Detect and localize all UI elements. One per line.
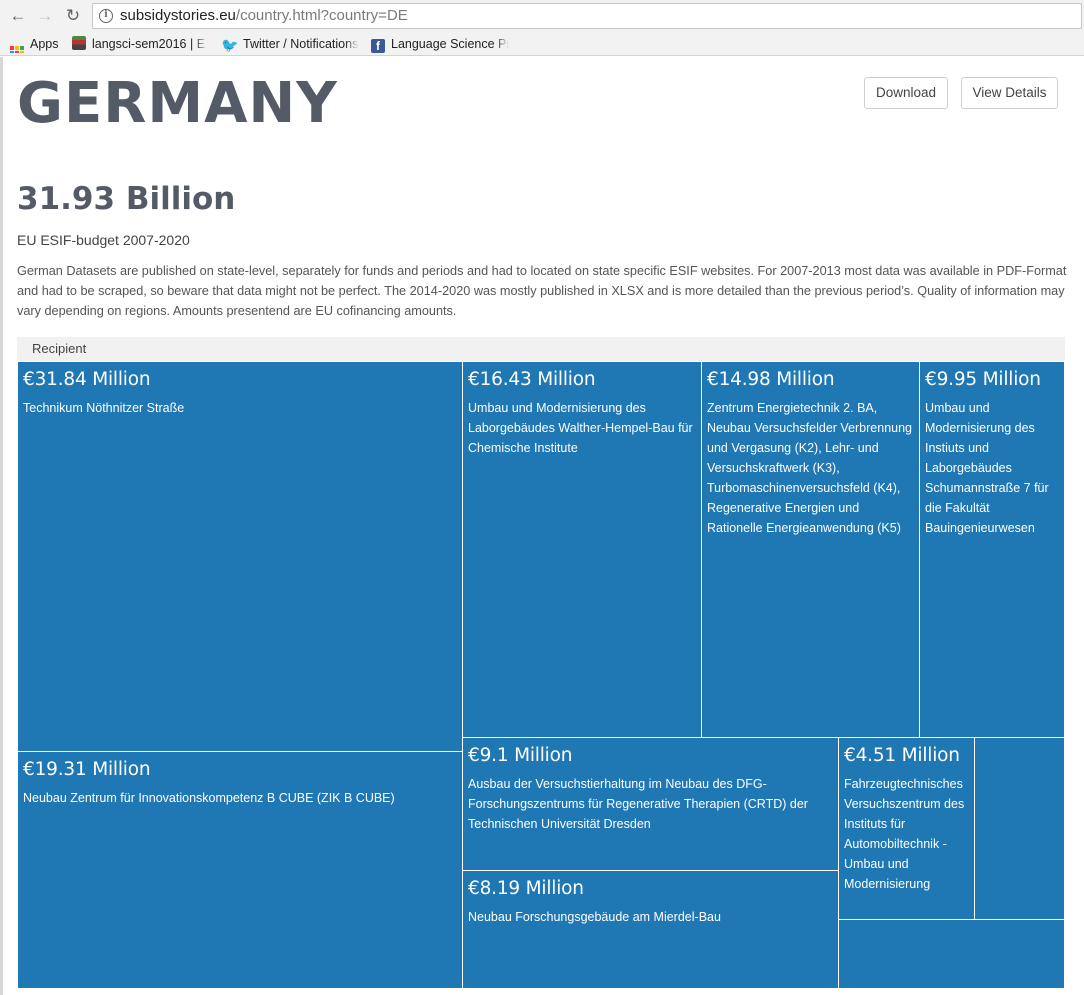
page-content: GERMANY Download View Details 31.93 Bill… xyxy=(0,57,1084,995)
page-title: GERMANY xyxy=(17,71,338,136)
view-details-button[interactable]: View Details xyxy=(961,77,1058,109)
treemap-cell[interactable]: €31.84 Million Technikum Nöthnitzer Stra… xyxy=(17,361,463,752)
address-bar[interactable]: i subsidystories.eu/country.html?country… xyxy=(92,3,1082,29)
cell-amount: €9.95 Million xyxy=(925,369,1041,390)
bookmark-label: Apps xyxy=(30,37,59,51)
browser-toolbar: ← → ↻ i subsidystories.eu/country.html?c… xyxy=(0,0,1084,32)
reload-icon[interactable]: ↻ xyxy=(63,6,83,26)
apps-grid-icon xyxy=(10,46,24,53)
bookmark-langscipress[interactable]: f Language Science Pr xyxy=(371,35,509,53)
url-domain: subsidystories.eu xyxy=(120,7,236,24)
treemap-header-label: Recipient xyxy=(32,341,87,356)
back-arrow-icon[interactable]: ← xyxy=(8,6,28,26)
download-button[interactable]: Download xyxy=(864,77,948,109)
langsci-favicon-icon xyxy=(72,36,86,50)
cell-label: Technikum Nöthnitzer Straße xyxy=(23,401,185,415)
bookmark-langsci[interactable]: langsci-sem2016 | E xyxy=(72,35,208,53)
bookmark-twitter[interactable]: 🐦 Twitter / Notifications xyxy=(221,35,359,53)
treemap-cell[interactable]: €4.51 Million Fahrzeugtechnisches Versuc… xyxy=(838,737,975,920)
facebook-icon: f xyxy=(371,39,385,53)
cell-amount: €16.43 Million xyxy=(468,369,596,390)
treemap: €31.84 Million Technikum Nöthnitzer Stra… xyxy=(17,361,1065,989)
cell-label: Umbau und Modernisierung des Instiuts un… xyxy=(925,401,1049,535)
cell-amount: €8.19 Million xyxy=(468,878,584,899)
cell-label: Neubau Forschungsgebäude am Mierdel-Bau xyxy=(468,910,721,924)
twitter-bird-icon: 🐦 xyxy=(221,37,239,53)
treemap-cell[interactable]: €9.95 Million Umbau und Modernisierung d… xyxy=(919,361,1065,738)
cell-label: Fahrzeugtechnisches Versuchszentrum des … xyxy=(844,777,965,891)
cell-label: Zentrum Energietechnik 2. BA, Neubau Ver… xyxy=(707,401,913,535)
bookmark-label: Twitter / Notifications xyxy=(243,37,359,51)
treemap-cell[interactable]: €9.1 Million Ausbau der Versuchstierhalt… xyxy=(462,737,839,871)
url-text: subsidystories.eu/country.html?country=D… xyxy=(120,7,408,25)
cell-amount: €9.1 Million xyxy=(468,745,573,766)
cell-amount: €31.84 Million xyxy=(23,369,151,390)
forward-arrow-icon[interactable]: → xyxy=(35,6,55,26)
treemap-cell[interactable] xyxy=(974,737,1065,920)
treemap-cell[interactable]: €19.31 Million Neubau Zentrum für Innova… xyxy=(17,751,463,989)
cell-amount: €14.98 Million xyxy=(707,369,835,390)
info-icon[interactable]: i xyxy=(99,9,113,23)
cell-label: Neubau Zentrum für Innovationskompetenz … xyxy=(23,791,395,805)
bookmark-label: Language Science Pr xyxy=(391,37,509,51)
treemap-cell[interactable]: €8.19 Million Neubau Forschungsgebäude a… xyxy=(462,870,839,989)
bookmarks-bar: Apps langsci-sem2016 | E 🐦 Twitter / Noti… xyxy=(0,32,1084,56)
treemap-cell[interactable]: €14.98 Million Zentrum Energietechnik 2.… xyxy=(701,361,920,738)
bookmark-apps[interactable]: Apps xyxy=(10,35,70,53)
treemap-cell[interactable]: €16.43 Million Umbau und Modernisierung … xyxy=(462,361,702,738)
cell-amount: €4.51 Million xyxy=(844,745,960,766)
treemap-cell[interactable] xyxy=(838,919,1065,989)
cell-label: Ausbau der Versuchstierhaltung im Neubau… xyxy=(468,777,808,831)
total-amount: 31.93 Billion xyxy=(17,181,236,217)
cell-amount: €19.31 Million xyxy=(23,759,151,780)
budget-label: EU ESIF-budget 2007-2020 xyxy=(17,232,190,248)
treemap-header: Recipient xyxy=(17,337,1065,361)
cell-label: Umbau und Modernisierung des Laborgebäud… xyxy=(468,401,693,455)
description-text: German Datasets are published on state-l… xyxy=(17,264,1067,318)
bookmark-label: langsci-sem2016 | E xyxy=(92,37,206,51)
url-path: /country.html?country=DE xyxy=(235,7,408,24)
